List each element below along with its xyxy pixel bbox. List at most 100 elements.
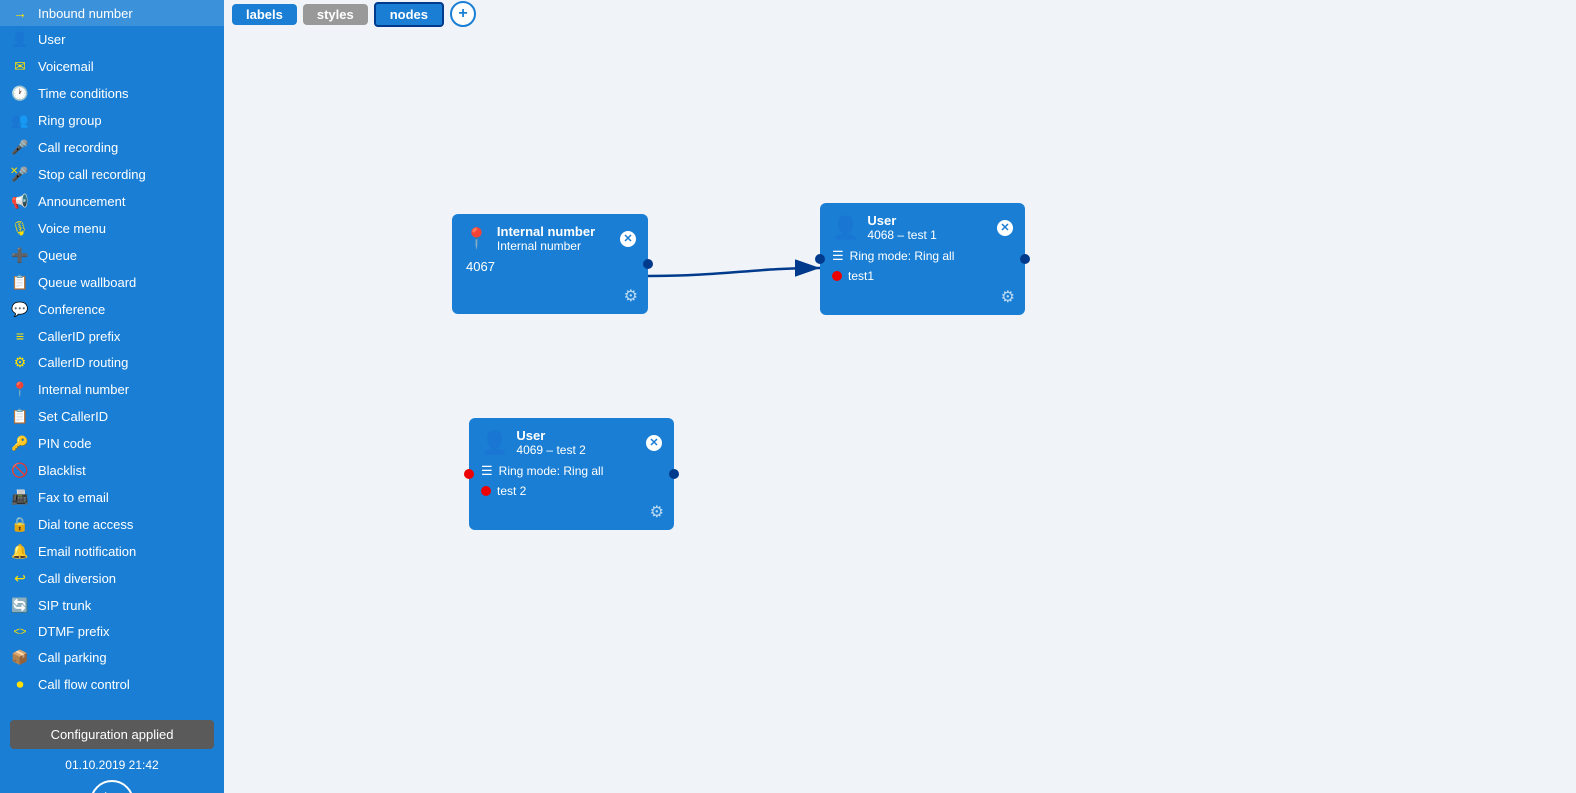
- sidebar-item-queue-wallboard[interactable]: 📋 Queue wallboard: [0, 269, 224, 296]
- sidebar-item-email-notification[interactable]: 🔔 Email notification: [0, 538, 224, 565]
- queue-icon: ➕: [10, 247, 30, 264]
- conference-icon: 💬: [10, 301, 30, 318]
- sidebar-label-call-diversion: Call diversion: [38, 571, 116, 586]
- sidebar-item-voice-menu[interactable]: 🎙 Voice menu: [0, 215, 224, 242]
- sidebar-item-announcement[interactable]: 📢 Announcement: [0, 188, 224, 215]
- node-user1-ring-mode-text: Ring mode: Ring all: [850, 249, 955, 263]
- internal-number-icon: 📍: [10, 381, 30, 398]
- conn-dot-user1-right[interactable]: [1020, 254, 1030, 264]
- sidebar-item-voicemail[interactable]: ✉ Voicemail: [0, 53, 224, 80]
- sidebar-item-internal-number[interactable]: 📍 Internal number: [0, 376, 224, 403]
- sidebar-label-email-notification: Email notification: [38, 544, 136, 559]
- node-user2-subtitle: 4069 – test 2: [516, 443, 638, 457]
- toolbar-labels-button[interactable]: labels: [232, 4, 297, 25]
- node-user2-status: test 2: [481, 484, 662, 498]
- sidebar-item-call-diversion[interactable]: ↩ Call diversion: [0, 565, 224, 592]
- sidebar-item-sip-trunk[interactable]: 🔄 SIP trunk: [0, 592, 224, 619]
- sidebar-label-callerid-routing: CallerID routing: [38, 355, 128, 370]
- status-dot-user2: [481, 486, 491, 496]
- node-user1-gear[interactable]: ⚙: [1001, 287, 1015, 307]
- sidebar-label-inbound-number: Inbound number: [38, 6, 133, 21]
- sidebar-item-dtmf-prefix[interactable]: <> DTMF prefix: [0, 619, 224, 644]
- sidebar-item-call-recording[interactable]: 🎤 Call recording: [0, 134, 224, 161]
- node-user1-close[interactable]: ✕: [997, 220, 1013, 236]
- toolbar: labels styles nodes +: [224, 0, 1576, 28]
- node-internal-number[interactable]: 📍 Internal number Internal number ✕ 4067…: [452, 214, 648, 314]
- sidebar-label-blacklist: Blacklist: [38, 463, 86, 478]
- config-applied-button[interactable]: Configuration applied: [10, 720, 214, 749]
- sidebar-item-queue[interactable]: ➕ Queue: [0, 242, 224, 269]
- node-internal-close[interactable]: ✕: [620, 231, 636, 247]
- sidebar-item-call-parking[interactable]: 📦 Call parking: [0, 644, 224, 671]
- pin-code-icon: 🔑: [10, 435, 30, 452]
- play-btn-container: PBX Introduction: [0, 780, 224, 793]
- ring-group-icon: 👥: [10, 112, 30, 129]
- sidebar-item-pin-code[interactable]: 🔑 PIN code: [0, 430, 224, 457]
- sidebar-label-dtmf-prefix: DTMF prefix: [38, 624, 110, 639]
- plus-icon: +: [458, 5, 467, 23]
- conn-dot-user2-right[interactable]: [669, 469, 679, 479]
- sidebar-item-set-callerid[interactable]: 📋 Set CallerID: [0, 403, 224, 430]
- arrows-svg: [224, 28, 1576, 793]
- node-user2-title-group: User 4069 – test 2: [516, 428, 638, 457]
- voice-menu-icon: 🎙: [10, 220, 30, 237]
- node-user2-gear[interactable]: ⚙: [650, 502, 664, 522]
- sidebar-item-user[interactable]: 👤 User: [0, 26, 224, 53]
- conn-dot-user1-left[interactable]: [815, 254, 825, 264]
- toolbar-nodes-button[interactable]: nodes: [374, 2, 444, 27]
- fax-to-email-icon: 📠: [10, 489, 30, 506]
- sidebar-bottom: Configuration applied 01.10.2019 21:42 P…: [0, 706, 224, 793]
- sidebar-item-callerid-prefix[interactable]: ≡ CallerID prefix: [0, 323, 224, 349]
- node-user2-close[interactable]: ✕: [646, 435, 662, 451]
- node-user2-ring-mode-text: Ring mode: Ring all: [499, 464, 604, 478]
- time-conditions-icon: 🕐: [10, 85, 30, 102]
- user2-avatar-icon: 👤: [481, 430, 508, 456]
- call-parking-icon: 📦: [10, 649, 30, 666]
- sidebar-item-conference[interactable]: 💬 Conference: [0, 296, 224, 323]
- node-user2-title: User: [516, 428, 638, 443]
- ring-mode-icon-2: ☰: [481, 463, 493, 479]
- node-internal-title-group: Internal number Internal number: [497, 224, 612, 253]
- sidebar-label-voicemail: Voicemail: [38, 59, 94, 74]
- sidebar-item-call-flow-control[interactable]: ⏺ Call flow control: [0, 671, 224, 698]
- sidebar-label-user: User: [38, 32, 65, 47]
- sidebar-label-set-callerid: Set CallerID: [38, 409, 108, 424]
- announcement-icon: 📢: [10, 193, 30, 210]
- node-internal-gear[interactable]: ⚙: [624, 286, 638, 306]
- set-callerid-icon: 📋: [10, 408, 30, 425]
- sidebar-item-ring-group[interactable]: 👥 Ring group: [0, 107, 224, 134]
- sidebar-label-queue-wallboard: Queue wallboard: [38, 275, 136, 290]
- sidebar-item-dial-tone-access[interactable]: 🔒 Dial tone access: [0, 511, 224, 538]
- dtmf-prefix-icon: <>: [10, 626, 30, 638]
- node-user2[interactable]: 👤 User 4069 – test 2 ✕ ☰ Ring mode: Ring…: [469, 418, 674, 530]
- sidebar-item-fax-to-email[interactable]: 📠 Fax to email: [0, 484, 224, 511]
- sidebar-label-sip-trunk: SIP trunk: [38, 598, 91, 613]
- toolbar-styles-button[interactable]: styles: [303, 4, 368, 25]
- main-canvas: labels styles nodes + 📍 Internal: [224, 0, 1576, 793]
- sidebar-item-inbound-number[interactable]: → Inbound number: [0, 0, 224, 26]
- location-icon: 📍: [464, 226, 489, 251]
- node-user1[interactable]: 👤 User 4068 – test 1 ✕ ☰ Ring mode: Ring…: [820, 203, 1025, 315]
- sidebar-item-callerid-routing[interactable]: ⚙ CallerID routing: [0, 349, 224, 376]
- sidebar-item-stop-call-recording[interactable]: 🎤✕ Stop call recording: [0, 161, 224, 188]
- sidebar-label-voice-menu: Voice menu: [38, 221, 106, 236]
- stop-call-recording-icon: 🎤✕: [10, 166, 30, 183]
- sidebar-label-call-parking: Call parking: [38, 650, 107, 665]
- sip-trunk-icon: 🔄: [10, 597, 30, 614]
- conn-dot-internal-right[interactable]: [643, 259, 653, 269]
- sidebar-label-internal-number: Internal number: [38, 382, 129, 397]
- sidebar-item-time-conditions[interactable]: 🕐 Time conditions: [0, 80, 224, 107]
- user1-avatar-icon: 👤: [832, 215, 859, 241]
- blacklist-icon: 🚫: [10, 462, 30, 479]
- sidebar-item-blacklist[interactable]: 🚫 Blacklist: [0, 457, 224, 484]
- node-user1-ring-mode: ☰ Ring mode: Ring all: [832, 248, 1013, 264]
- flow-canvas[interactable]: 📍 Internal number Internal number ✕ 4067…: [224, 28, 1576, 793]
- dial-tone-access-icon: 🔒: [10, 516, 30, 533]
- status-dot-user1: [832, 271, 842, 281]
- inbound-number-icon: →: [10, 5, 30, 21]
- toolbar-add-button[interactable]: +: [450, 1, 476, 27]
- call-flow-control-icon: ⏺: [10, 676, 30, 693]
- conn-dot-user2-left[interactable]: [464, 469, 474, 479]
- sidebar-label-dial-tone-access: Dial tone access: [38, 517, 133, 532]
- play-button[interactable]: [90, 780, 134, 793]
